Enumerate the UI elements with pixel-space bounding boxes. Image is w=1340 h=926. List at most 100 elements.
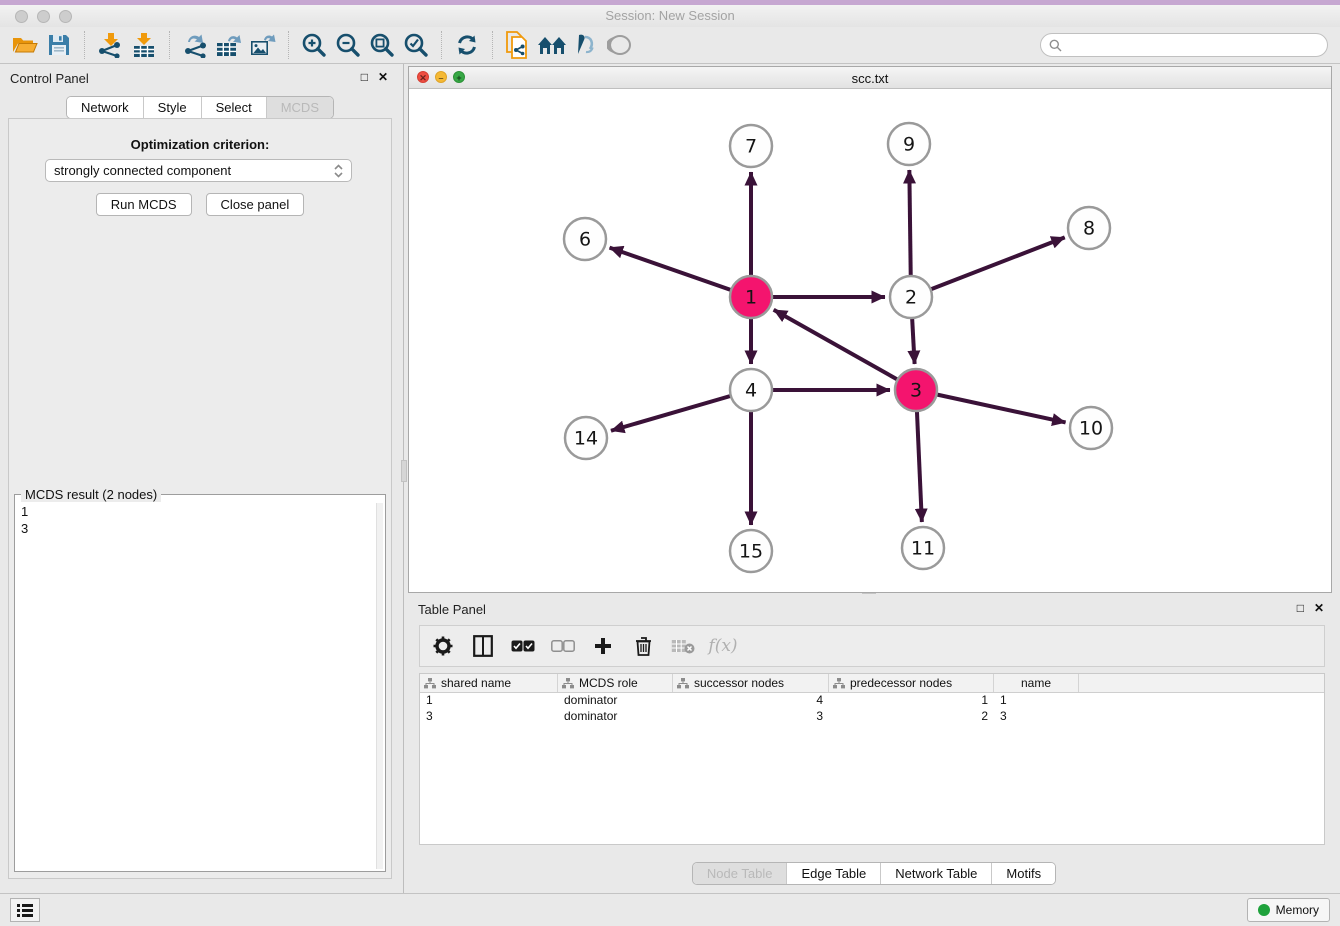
window-title: Session: New Session [0,8,1340,23]
edge-1-6[interactable] [610,248,751,297]
column-header-shared-name[interactable]: shared name [420,674,558,692]
graph-node-4[interactable]: 4 [730,369,772,411]
create-column-button[interactable] [590,633,616,659]
table-cell[interactable]: 3 [673,709,829,725]
table-cell[interactable]: dominator [558,709,673,725]
graph-node-10[interactable]: 10 [1070,407,1112,449]
import-table-button[interactable] [127,29,161,61]
deselect-all-button[interactable] [550,633,576,659]
network-window-titlebar[interactable]: ✕ – + scc.txt [409,67,1331,89]
table-cell[interactable]: 1 [994,693,1079,709]
table-settings-button[interactable] [430,633,456,659]
graphics-details-button[interactable] [569,29,603,61]
delete-column-button[interactable] [630,633,656,659]
splitter-grip[interactable] [401,460,407,482]
zoom-in-button[interactable] [297,29,331,61]
graph-node-8[interactable]: 8 [1068,207,1110,249]
tab-motifs[interactable]: Motifs [991,863,1055,884]
graph-node-6[interactable]: 6 [564,218,606,260]
zoom-out-button[interactable] [331,29,365,61]
tab-style[interactable]: Style [143,97,201,118]
table-cell[interactable]: 4 [673,693,829,709]
memory-button[interactable]: Memory [1247,898,1330,922]
float-window-icon[interactable]: □ [1297,601,1304,615]
node-table: shared name MCDS rolesuccessor nodes prede… [419,673,1325,845]
table-cell[interactable]: 1 [829,693,994,709]
graph-node-15[interactable]: 15 [730,530,772,572]
edge-3-10[interactable] [916,390,1066,422]
zoom-fit-button[interactable] [365,29,399,61]
table-cell[interactable]: dominator [558,693,673,709]
graph-node-9[interactable]: 9 [888,123,930,165]
control-panel-header: Control Panel □ ✕ [0,64,400,92]
delete-table-button[interactable] [670,633,696,659]
memory-label: Memory [1276,903,1319,917]
edge-2-8[interactable] [911,237,1065,297]
float-window-icon[interactable]: □ [361,70,368,84]
update-network-button[interactable] [450,29,484,61]
graph-node-1[interactable]: 1 [730,276,772,318]
save-session-button[interactable] [42,29,76,61]
export-network-icon [182,32,208,58]
search-field[interactable] [1040,33,1328,57]
column-header-successor-nodes[interactable]: successor nodes [673,674,829,692]
tab-node-table[interactable]: Node Table [693,863,787,884]
deselect-all-icon [551,640,575,652]
svg-text:4: 4 [745,380,757,402]
column-header-MCDS-role[interactable]: MCDS role [558,674,673,692]
graph-node-7[interactable]: 7 [730,125,772,167]
column-label: shared name [441,676,511,690]
list-icon [17,904,33,917]
graph-node-3[interactable]: 3 [895,369,937,411]
tab-network[interactable]: Network [67,97,143,118]
table-row[interactable]: 1dominator411 [420,693,1324,709]
table-cell[interactable]: 2 [829,709,994,725]
close-panel-button[interactable]: Close panel [206,193,305,216]
vertical-splitter[interactable] [400,64,408,893]
table-cell[interactable]: 3 [994,709,1079,725]
toolbar-separator [84,31,85,59]
network-graph[interactable]: 7 9 6 8 1 2 4 3 14 10 15 11 [409,89,1331,592]
export-network-button[interactable] [178,29,212,61]
function-icon: f(x) [708,636,737,656]
table-cell[interactable]: 1 [420,693,558,709]
close-icon[interactable]: ✕ [378,70,388,84]
criterion-select[interactable]: strongly connected component [45,159,352,182]
first-neighbors-button[interactable] [535,29,569,61]
svg-text:2: 2 [905,287,917,309]
export-table-button[interactable] [212,29,246,61]
export-image-button[interactable] [246,29,280,61]
import-network-button[interactable] [93,29,127,61]
close-icon[interactable]: ✕ [1314,601,1324,615]
function-builder-button[interactable]: f(x) [710,633,736,659]
zoom-out-icon [335,32,361,58]
search-input[interactable] [1066,38,1327,52]
graph-node-2[interactable]: 2 [890,276,932,318]
open-session-button[interactable] [8,29,42,61]
graph-node-14[interactable]: 14 [565,417,607,459]
select-all-button[interactable] [510,633,536,659]
table-cell[interactable]: 3 [420,709,558,725]
network-view-window: ✕ – + scc.txt 7 9 6 8 1 2 4 3 14 10 15 11 [408,66,1332,593]
task-history-button[interactable] [10,898,40,922]
graphics-details-icon [573,33,599,57]
show-column-panel-button[interactable] [470,633,496,659]
result-scrollbar[interactable] [376,503,383,869]
column-header-predecessor-nodes[interactable]: predecessor nodes [829,674,994,692]
mcds-result-text[interactable]: 1 3 [17,503,375,869]
zoom-selected-button[interactable] [399,29,433,61]
edge-3-1[interactable] [774,310,916,390]
tab-mcds[interactable]: MCDS [266,97,333,118]
graph-node-11[interactable]: 11 [902,527,944,569]
app-titlebar: Session: New Session [0,5,1340,27]
tab-network-table[interactable]: Network Table [880,863,991,884]
table-row[interactable]: 3dominator323 [420,709,1324,725]
table-panel: Table Panel □ ✕ [408,595,1340,893]
tab-select[interactable]: Select [201,97,266,118]
birds-eye-view-button[interactable] [603,29,637,61]
clone-network-button[interactable] [501,29,535,61]
column-label: predecessor nodes [850,676,952,690]
run-mcds-button[interactable]: Run MCDS [96,193,192,216]
column-header-name[interactable]: name [994,674,1079,692]
tab-edge-table[interactable]: Edge Table [786,863,880,884]
